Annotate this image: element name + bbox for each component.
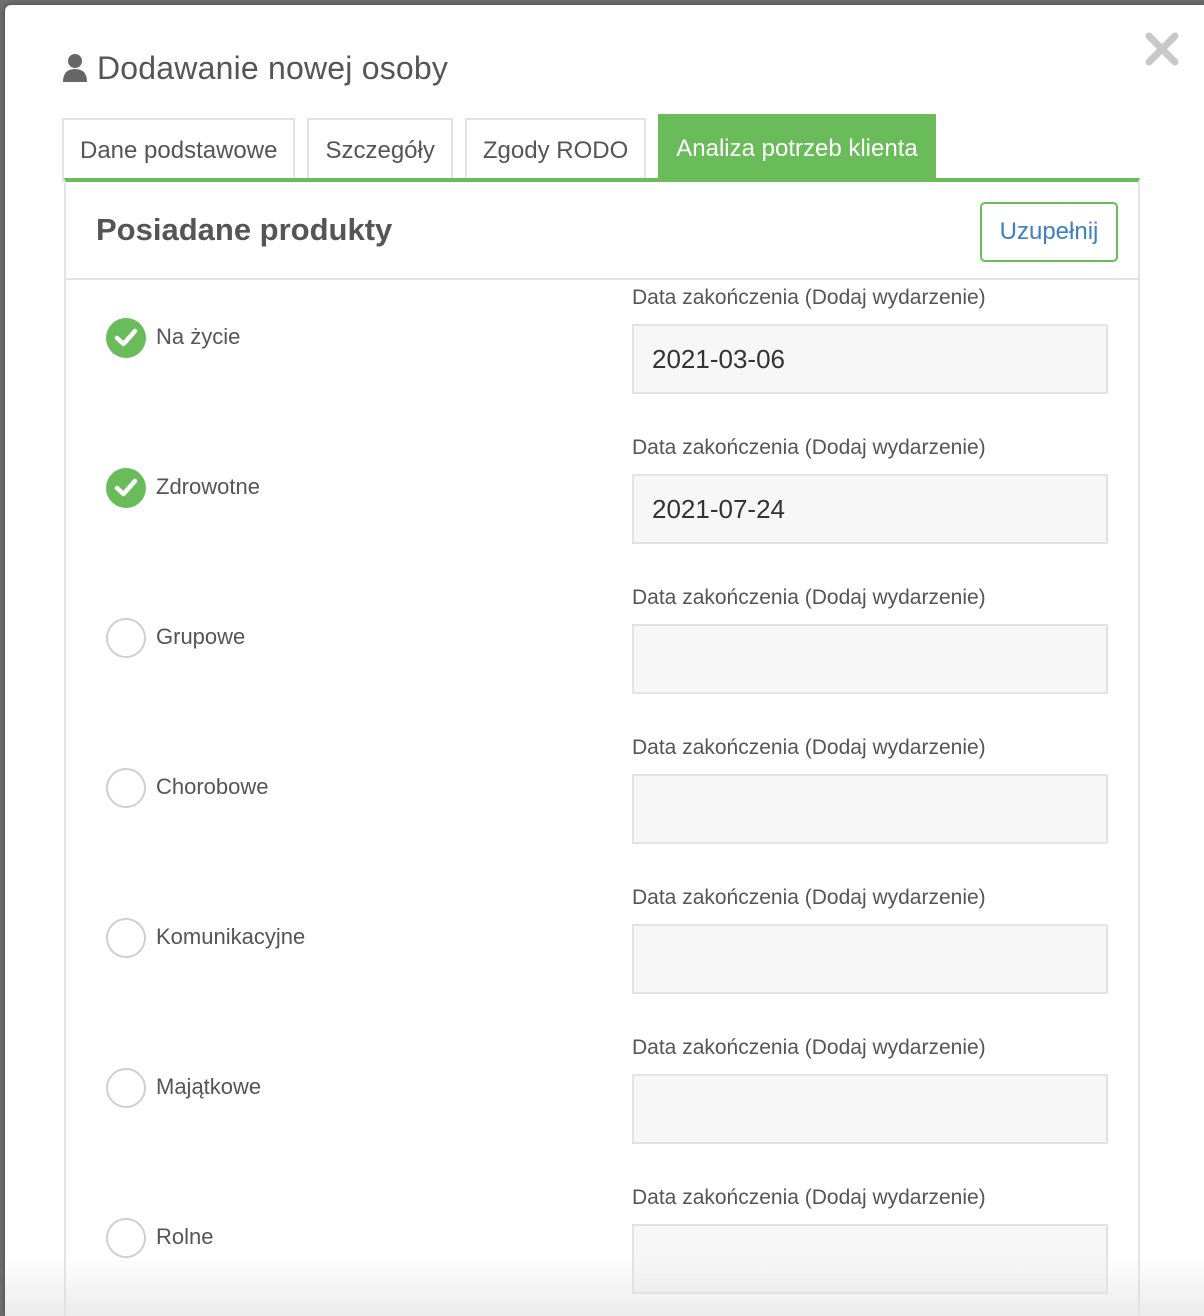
end-date-label: Data zakończenia (Dodaj wydarzenie) (632, 586, 986, 609)
tab-needs-analysis[interactable]: Analiza potrzeb klienta (658, 114, 936, 182)
tab-details[interactable]: Szczegóły (307, 118, 453, 182)
product-label: Majątkowe (156, 1074, 262, 1099)
product-row-motor: Komunikacyjne Data zakończenia (Dodaj wyd… (66, 880, 1138, 1030)
end-date-label: Data zakończenia (Dodaj wydarzenie) (632, 1036, 986, 1059)
end-date-label: Data zakończenia (Dodaj wydarzenie) (632, 286, 986, 309)
checked-checkbox-health[interactable] (106, 468, 146, 508)
end-date-input[interactable] (632, 774, 1108, 844)
end-date-label: Data zakończenia (Dodaj wydarzenie) (632, 736, 986, 759)
end-date-label: Data zakończenia (Dodaj wydarzenie) (632, 1186, 986, 1209)
panel-title: Posiadane produkty (96, 212, 393, 247)
user-icon (62, 53, 88, 83)
panel-header: Posiadane produkty Uzupełnij (66, 182, 1138, 280)
product-label: Na życie (156, 324, 241, 349)
unchecked-checkbox-agricultural[interactable] (106, 1218, 146, 1258)
unchecked-checkbox-motor[interactable] (106, 918, 146, 958)
product-row-property: Majątkowe Data zakończenia (Dodaj wydarze… (66, 1030, 1138, 1180)
product-row-agricultural: Rolne Data zakończenia (Dodaj wydarzenie) (66, 1180, 1138, 1316)
modal-title: Dodawanie nowej osoby (97, 49, 449, 86)
product-row-sickness: Chorobowe Data zakończenia (Dodaj wydarze… (66, 730, 1138, 880)
tab-gdpr-consents[interactable]: Zgody RODO (464, 118, 647, 182)
end-date-input[interactable] (632, 324, 1108, 394)
fill-button[interactable]: Uzupełnij (980, 202, 1118, 262)
checked-checkbox-life[interactable] (106, 318, 146, 358)
tab-basic-data[interactable]: Dane podstawowe (62, 118, 296, 182)
checkmark-icon (114, 328, 138, 347)
end-date-input[interactable] (632, 1074, 1108, 1144)
product-label: Chorobowe (156, 774, 269, 799)
product-label: Zdrowotne (156, 474, 260, 499)
end-date-input[interactable] (632, 924, 1108, 994)
close-icon[interactable] (1144, 31, 1180, 67)
end-date-input[interactable] (632, 1224, 1108, 1294)
checkmark-icon (114, 478, 138, 497)
product-row-life: Na życie Data zakończenia (Dodaj wydarzen… (66, 280, 1138, 430)
products-panel: Posiadane produkty Uzupełnij Na życie Dat… (64, 178, 1140, 1316)
product-row-health: Zdrowotne Data zakończenia (Dodaj wydarze… (66, 430, 1138, 580)
product-label: Rolne (156, 1224, 214, 1249)
tab-bar: Dane podstawowe Szczegóły Zgody RODO Ana… (62, 114, 948, 182)
product-label: Grupowe (156, 624, 246, 649)
unchecked-checkbox-group[interactable] (106, 618, 146, 658)
modal-header: Dodawanie nowej osoby (62, 45, 448, 91)
end-date-input[interactable] (632, 474, 1108, 544)
products-list: Na życie Data zakończenia (Dodaj wydarzen… (66, 280, 1138, 1316)
product-label: Komunikacyjne (156, 924, 306, 949)
add-person-modal: Dodawanie nowej osoby Dane podstawowe Sz… (5, 5, 1204, 1316)
unchecked-checkbox-property[interactable] (106, 1068, 146, 1108)
end-date-label: Data zakończenia (Dodaj wydarzenie) (632, 436, 986, 459)
product-row-group: Grupowe Data zakończenia (Dodaj wydarzeni… (66, 580, 1138, 730)
unchecked-checkbox-sickness[interactable] (106, 768, 146, 808)
end-date-input[interactable] (632, 624, 1108, 694)
end-date-label: Data zakończenia (Dodaj wydarzenie) (632, 886, 986, 909)
